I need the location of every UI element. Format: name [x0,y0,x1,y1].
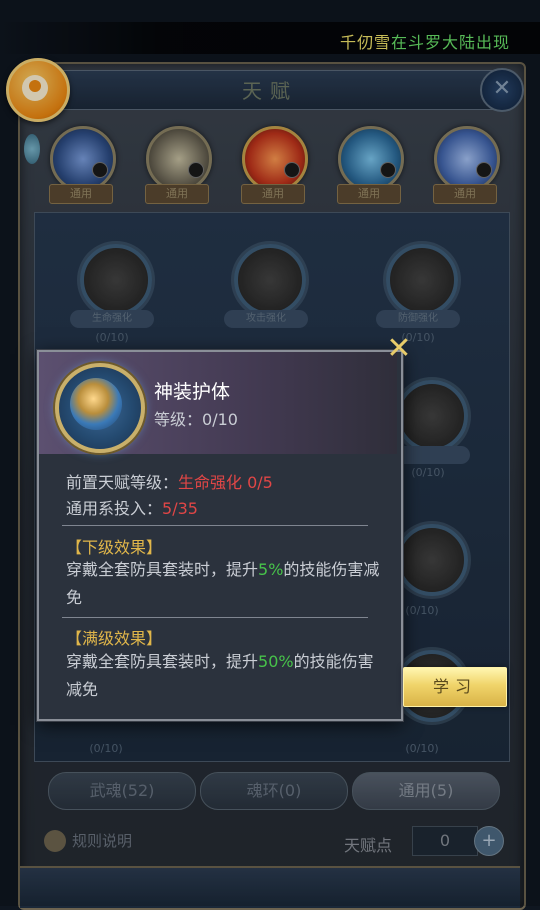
invest-value: 5/35 [162,499,198,518]
next-level-text: 穿戴全套防具套装时，提升5%的技能伤害减免 [66,556,382,612]
next-level-percent: 5% [258,560,284,579]
prereq-value: 生命强化 0/5 [178,473,273,492]
invest-line: 通用系投入：5/35 [66,495,198,519]
popup-close-button[interactable]: ✕ [384,334,414,364]
max-level-percent: 50% [258,652,294,671]
learn-button[interactable]: 学习 [403,667,507,707]
divider [62,525,368,526]
divider [62,617,368,618]
next-level-title: 【下级效果】 [66,538,163,557]
skill-level: 等级：0/10 [154,406,238,430]
prereq-label: 前置天赋等级： [66,473,179,492]
skill-name: 神装护体 [154,381,231,403]
armor-skill-icon [70,378,122,430]
max-level-text-a: 穿戴全套防具套装时，提升 [66,652,259,671]
skill-level-value: 0/10 [202,410,238,429]
max-level-title: 【满级效果】 [66,629,163,648]
max-level-text: 穿戴全套防具套装时，提升50%的技能伤害减免 [66,648,382,704]
invest-label: 通用系投入： [66,499,163,518]
prereq-line: 前置天赋等级：生命强化 0/5 [66,469,273,493]
next-level-text-a: 穿戴全套防具套装时，提升 [66,560,259,579]
skill-level-label: 等级： [154,410,203,429]
